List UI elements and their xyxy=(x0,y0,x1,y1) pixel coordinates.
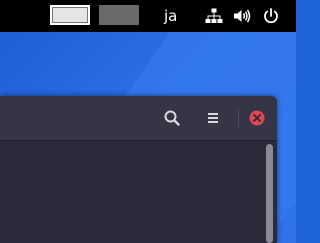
search-icon[interactable] xyxy=(162,108,182,128)
network-icon[interactable] xyxy=(205,8,223,24)
window-content[interactable] xyxy=(0,141,277,243)
app-window xyxy=(0,96,277,243)
window-titlebar[interactable] xyxy=(0,96,277,141)
volume-icon[interactable] xyxy=(233,8,251,24)
top-panel: ja xyxy=(0,0,296,32)
titlebar-separator xyxy=(238,109,239,127)
vertical-scrollbar[interactable] xyxy=(263,141,277,243)
close-icon[interactable] xyxy=(247,108,267,128)
power-icon[interactable] xyxy=(262,8,280,24)
scrollbar-thumb[interactable] xyxy=(266,144,273,243)
workspace-1-button[interactable] xyxy=(50,5,90,25)
workspace-2-button[interactable] xyxy=(99,5,139,25)
menu-icon[interactable] xyxy=(203,108,223,128)
input-method-indicator[interactable]: ja xyxy=(164,7,177,25)
